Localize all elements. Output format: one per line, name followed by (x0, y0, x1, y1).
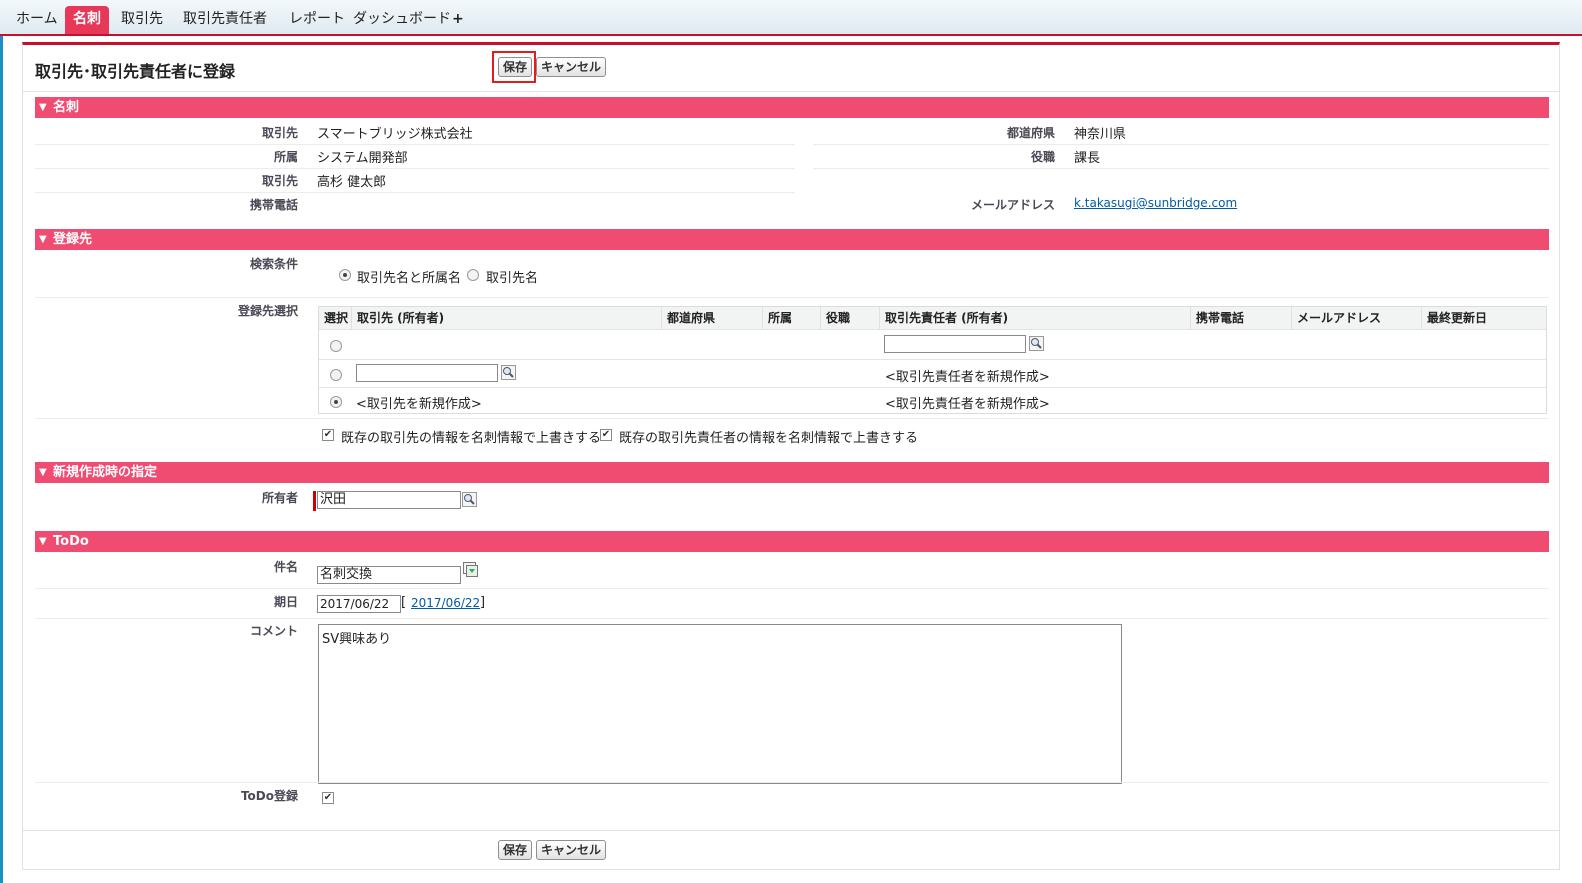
col-header-last-modified: 最終更新日 (1427, 311, 1488, 325)
main-panel: 取引先･取引先責任者に登録 保存 キャンセル ▼ 名刺 取引先 スマートブリッジ株… (22, 42, 1560, 870)
tab-dashboards[interactable]: ダッシュボード (345, 6, 459, 34)
search-option-radio-1[interactable] (339, 269, 351, 281)
today-date-link[interactable]: 2017/06/22 (411, 596, 480, 610)
divider (35, 618, 1549, 619)
save-button-top[interactable]: 保存 (498, 57, 533, 77)
magnifier-icon[interactable] (462, 492, 477, 507)
row-select-radio-3[interactable] (330, 396, 342, 408)
due-date-input[interactable]: 2017/06/22 (317, 595, 401, 613)
divider (23, 830, 1559, 831)
page-title: 取引先･取引先責任者に登録 (35, 62, 236, 81)
field-value-name: 高杉 健太郎 (317, 175, 387, 190)
email-link[interactable]: k.takasugi@sunbridge.com (1074, 196, 1237, 210)
divider (319, 387, 1546, 388)
divider (319, 329, 1546, 330)
divider (35, 782, 1549, 783)
field-label-mobile: 携帯電話 (249, 198, 298, 212)
collapse-triangle-icon: ▼ (39, 467, 47, 478)
field-label-email: メールアドレス (970, 198, 1055, 212)
divider (35, 297, 1549, 298)
col-header-account: 取引先 (所有者) (352, 307, 662, 329)
search-option-label-1: 取引先名と所属名 (357, 271, 462, 286)
magnifier-icon[interactable] (1029, 336, 1044, 351)
field-value-prefecture: 神奈川県 (1074, 127, 1127, 142)
search-option-radio-2[interactable] (467, 269, 479, 281)
tab-home[interactable]: ホーム (8, 6, 66, 34)
overwrite-account-label: 既存の取引先の情報を名刺情報で上書きする (341, 431, 602, 446)
combobox-icon[interactable] (463, 562, 478, 577)
collapse-triangle-icon: ▼ (39, 234, 47, 245)
search-option-label-2: 取引先名 (486, 271, 539, 286)
overwrite-account-checkbox[interactable]: ✔ (322, 429, 334, 441)
overwrite-contact-label: 既存の取引先責任者の情報を名刺情報で上書きする (619, 431, 919, 446)
divider (35, 144, 795, 145)
divider (813, 168, 1549, 169)
left-border (0, 36, 3, 883)
comment-textarea[interactable]: SV興味あり (318, 624, 1122, 784)
overwrite-contact-checkbox[interactable]: ✔ (600, 429, 612, 441)
field-label-name: 取引先 (261, 174, 298, 188)
row-select-radio-2[interactable] (330, 369, 342, 381)
tab-bar: ホーム 名刺 取引先 取引先責任者 レポート ダッシュボード + (0, 0, 1582, 36)
col-header-prefecture: 都道府県 (662, 307, 763, 329)
field-value-department: システム開発部 (317, 151, 408, 166)
required-indicator (313, 491, 316, 511)
field-label-prefecture: 都道府県 (1006, 126, 1055, 140)
owner-input[interactable]: 沢田 (317, 491, 461, 509)
divider (319, 359, 1546, 360)
section-registration-title: 登録先 (53, 232, 93, 247)
tab-accounts[interactable]: 取引先 (113, 6, 171, 34)
divider (813, 144, 1549, 145)
col-header-department: 所属 (763, 307, 821, 329)
divider (35, 418, 1549, 419)
row-3-account: <取引先を新規作成> (356, 397, 482, 412)
cancel-button-bottom[interactable]: キャンセル (536, 840, 607, 860)
collapse-triangle-icon: ▼ (39, 102, 47, 113)
registration-table: 選択 取引先 (所有者) 都道府県 所属 役職 取引先責任者 (所有者) 携帯電… (318, 306, 1547, 414)
col-header-email: メールアドレス (1292, 307, 1422, 329)
cancel-button-top[interactable]: キャンセル (536, 57, 607, 77)
row-select-radio-1[interactable] (330, 340, 342, 352)
comment-label: コメント (249, 624, 298, 638)
add-tab-icon[interactable]: + (444, 6, 472, 34)
divider (35, 192, 795, 193)
col-header-contact: 取引先責任者 (所有者) (880, 307, 1191, 329)
col-header-title: 役職 (821, 307, 880, 329)
section-new-spec[interactable]: ▼ 新規作成時の指定 (35, 462, 1549, 483)
row-3-contact: <取引先責任者を新規作成> (885, 397, 1050, 412)
todo-register-label: ToDo登録 (240, 789, 298, 803)
save-button-bottom[interactable]: 保存 (498, 840, 533, 860)
field-label-account: 取引先 (261, 126, 298, 140)
col-header-mobile: 携帯電話 (1191, 307, 1292, 329)
owner-label: 所有者 (261, 491, 298, 505)
section-new-spec-title: 新規作成時の指定 (53, 465, 158, 480)
col-header-select: 選択 (319, 307, 352, 329)
subject-label: 件名 (273, 560, 298, 574)
tab-business-card[interactable]: 名刺 (65, 6, 109, 34)
divider (35, 168, 795, 169)
section-registration[interactable]: ▼ 登録先 (35, 229, 1549, 250)
field-label-title: 役職 (1030, 150, 1055, 164)
page-header: 取引先･取引先責任者に登録 保存 キャンセル (23, 45, 1559, 92)
divider (35, 588, 1549, 589)
row-2-contact: <取引先責任者を新規作成> (885, 370, 1050, 385)
tab-reports[interactable]: レポート (281, 6, 353, 34)
section-card[interactable]: ▼ 名刺 (35, 97, 1549, 118)
select-target-label: 登録先選択 (237, 304, 298, 318)
section-card-title: 名刺 (53, 100, 80, 115)
magnifier-icon[interactable] (501, 365, 516, 380)
due-date-label: 期日 (273, 595, 298, 609)
todo-register-checkbox[interactable]: ✔ (322, 792, 334, 804)
account-lookup-input[interactable] (356, 364, 498, 382)
search-condition-label: 検索条件 (249, 257, 298, 271)
field-value-account: スマートブリッジ株式会社 (317, 127, 473, 142)
section-todo-title: ToDo (53, 534, 89, 549)
section-todo[interactable]: ▼ ToDo (35, 531, 1549, 552)
contact-lookup-input[interactable] (884, 335, 1026, 353)
subject-input[interactable]: 名刺交換 (317, 566, 461, 584)
collapse-triangle-icon: ▼ (39, 536, 47, 547)
field-label-department: 所属 (273, 150, 298, 164)
tab-contacts[interactable]: 取引先責任者 (175, 6, 275, 34)
field-value-title: 課長 (1074, 151, 1101, 166)
